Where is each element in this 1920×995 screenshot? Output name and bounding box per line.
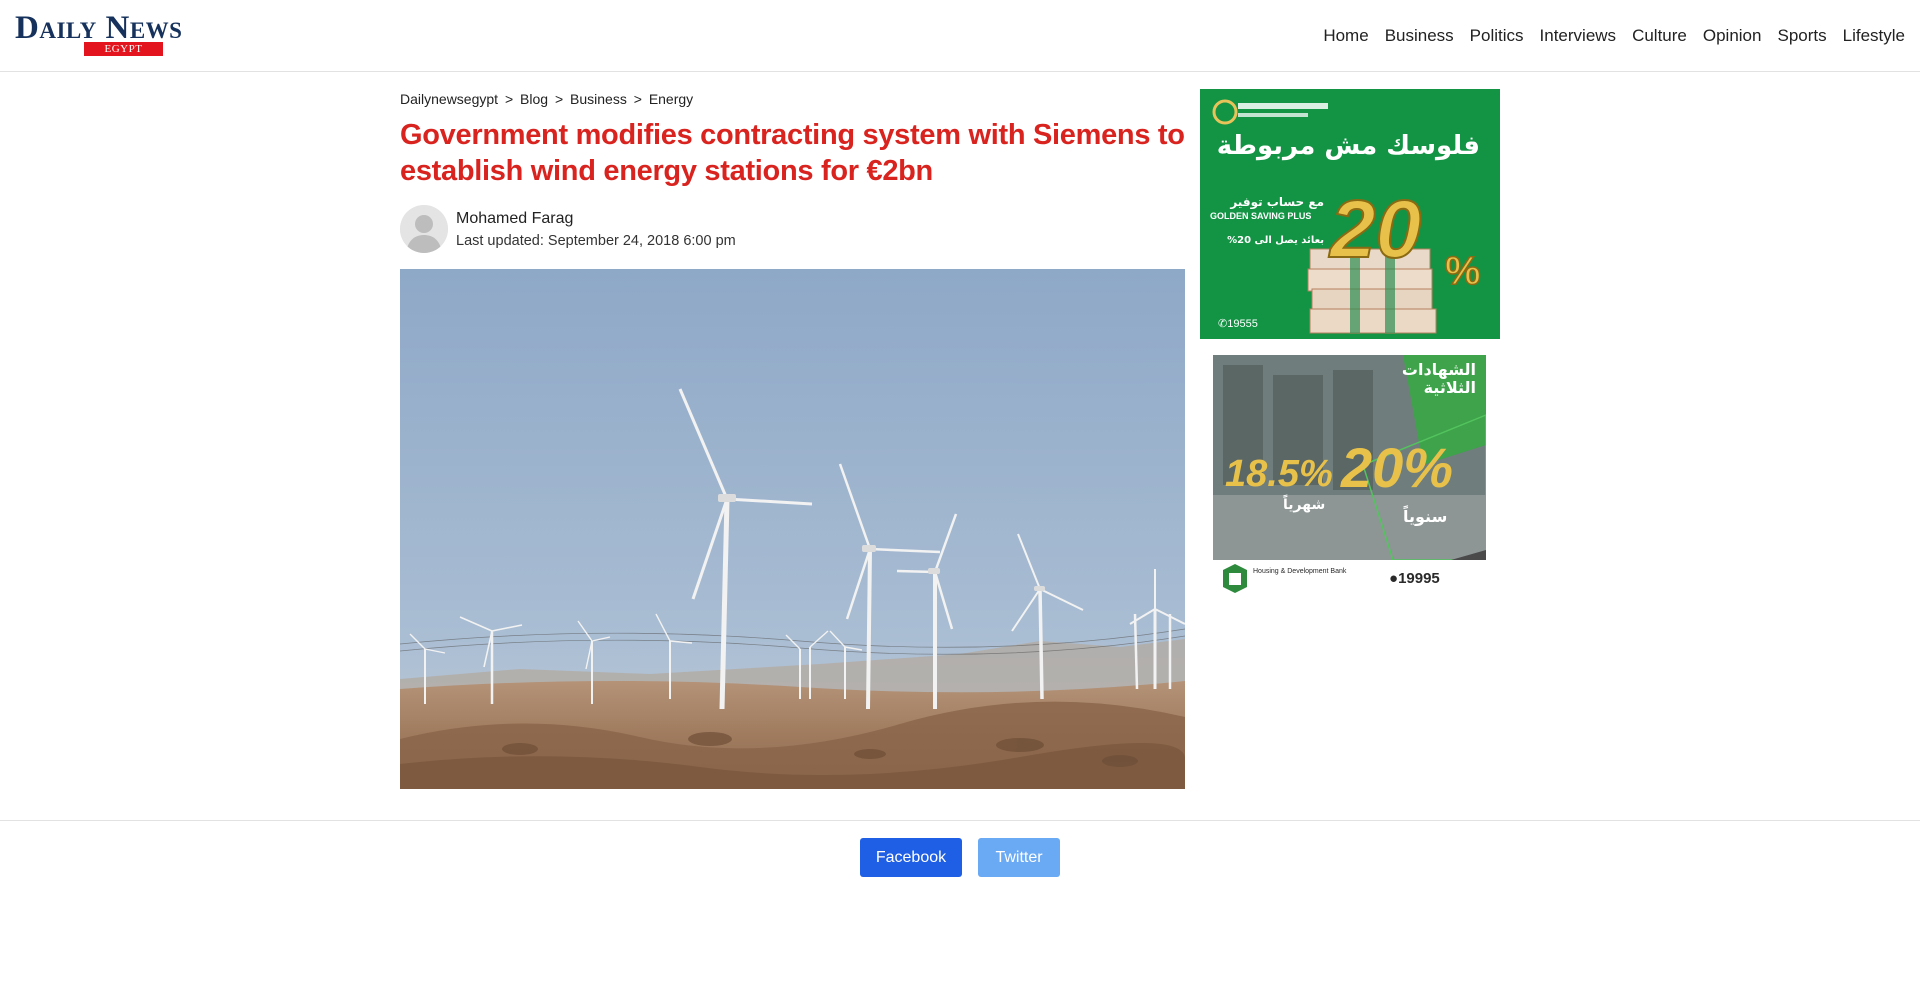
nav-sports[interactable]: Sports xyxy=(1777,26,1826,46)
author-name[interactable]: Mohamed Farag xyxy=(456,210,573,228)
nav-lifestyle[interactable]: Lifestyle xyxy=(1843,26,1905,46)
wind-farm-photo xyxy=(400,269,1185,789)
breadcrumb-separator: > xyxy=(554,91,564,107)
nav-business[interactable]: Business xyxy=(1385,26,1454,46)
main-nav: Home Business Politics Interviews Cultur… xyxy=(1307,26,1905,46)
ad1-product: GOLDEN SAVING PLUS xyxy=(1210,211,1312,221)
ad1-rate: بعائد يصل الى 20% xyxy=(1227,235,1324,246)
breadcrumb-business[interactable]: Business xyxy=(570,91,627,107)
nav-home[interactable]: Home xyxy=(1323,26,1368,46)
ad1-phone-number: 19555 xyxy=(1227,318,1258,330)
nav-culture[interactable]: Culture xyxy=(1632,26,1687,46)
ad1-line: مع حساب توفير xyxy=(1230,195,1324,209)
logo-egypt-badge: EGYPT xyxy=(84,42,163,56)
hdb-phone-icon: ● xyxy=(1389,570,1399,587)
last-updated: Last updated: September 24, 2018 6:00 pm xyxy=(456,233,736,249)
twitter-share-button[interactable]: Twitter xyxy=(978,838,1060,877)
site-logo[interactable]: Daily News EGYPT xyxy=(15,12,220,58)
ad2-phone: ●19995 xyxy=(1389,570,1440,587)
share-divider xyxy=(0,820,1920,821)
article-title: Government modifies contracting system w… xyxy=(400,119,1185,187)
ad2-rate-monthly-label: شهرياً xyxy=(1283,497,1326,513)
breadcrumb-separator: > xyxy=(504,91,514,107)
nav-politics[interactable]: Politics xyxy=(1470,26,1524,46)
logo-wordmark: Daily News xyxy=(15,10,183,46)
nav-opinion[interactable]: Opinion xyxy=(1703,26,1762,46)
ad2-phone-number: 19995 xyxy=(1398,570,1440,587)
ad2-title: الشهادات الثلاثية xyxy=(1401,360,1476,397)
ad-banner-aaib[interactable]: 20 % فلوسك مش مربوطة مع حساب توفير GOLDE… xyxy=(1200,89,1500,339)
ad1-headline: فلوسك مش مربوطة xyxy=(1216,131,1480,161)
phone-icon: ✆ xyxy=(1218,318,1228,330)
ad2-bank-name: Housing & Development Bank xyxy=(1253,568,1347,575)
user-silhouette-icon xyxy=(400,205,448,253)
svg-text:20: 20 xyxy=(1328,184,1421,275)
breadcrumb-blog[interactable]: Blog xyxy=(520,91,548,107)
breadcrumb: Dailynewsegypt > Blog > Business > Energ… xyxy=(400,91,696,107)
breadcrumb-energy[interactable]: Energy xyxy=(649,91,693,107)
breadcrumb-home[interactable]: Dailynewsegypt xyxy=(400,91,498,107)
ad2-rate-annual: 20% xyxy=(1341,436,1454,499)
ad1-phone: ✆19555 xyxy=(1218,317,1258,330)
nav-interviews[interactable]: Interviews xyxy=(1540,26,1617,46)
site-header: Daily News EGYPT Home Business Politics … xyxy=(0,0,1920,72)
ad2-rate-annual-label: سنوياً xyxy=(1403,507,1448,526)
ad2-rate-monthly: 18.5% xyxy=(1225,453,1333,495)
breadcrumb-separator: > xyxy=(633,91,642,107)
article-hero-image xyxy=(400,269,1185,789)
svg-text:%: % xyxy=(1445,249,1481,293)
ad-banner-hdb[interactable]: الشهادات الثلاثية 18.5% شهرياً 20% سنويا… xyxy=(1213,355,1486,605)
author-avatar[interactable] xyxy=(400,205,448,253)
facebook-share-button[interactable]: Facebook xyxy=(860,838,962,877)
